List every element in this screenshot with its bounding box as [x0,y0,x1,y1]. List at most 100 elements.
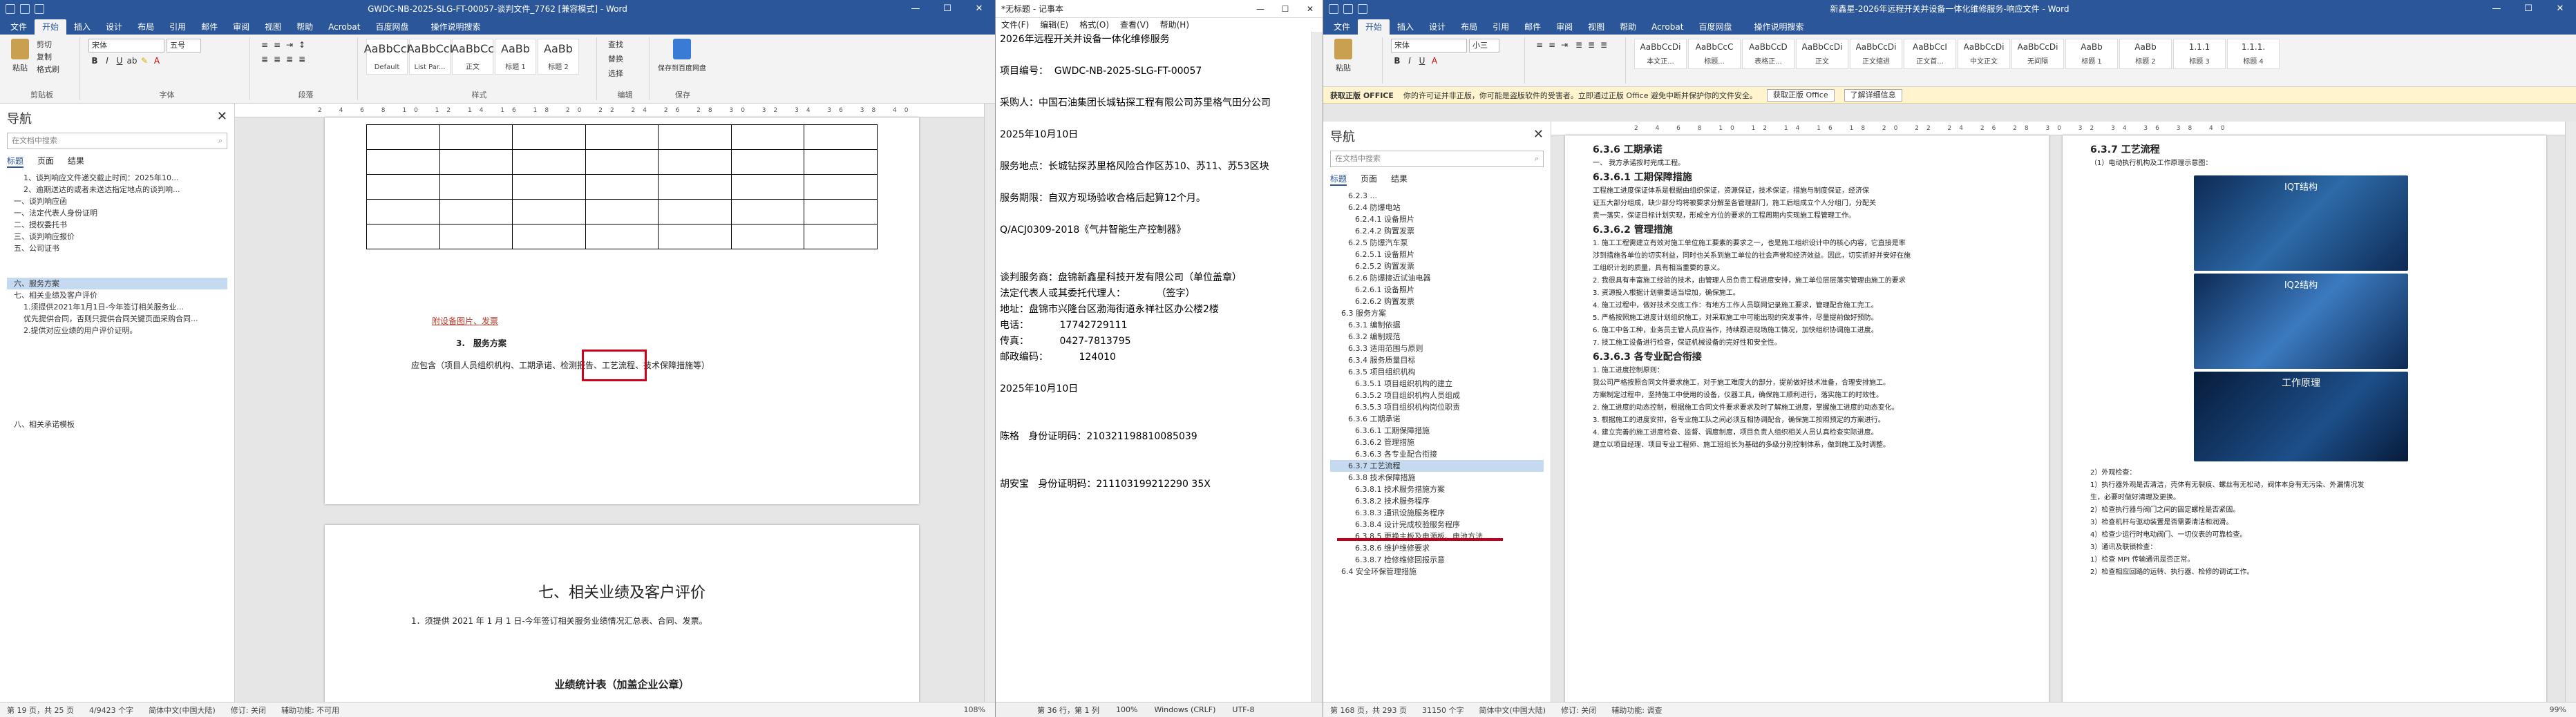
nav-item[interactable]: 6.2.3 ... [1330,190,1544,202]
minimize-icon[interactable]: — [900,0,931,18]
tab-layout[interactable]: 布局 [130,19,162,35]
align-right-icon[interactable]: ≣ [1598,39,1610,51]
nav-item[interactable]: 6.3.8 技术保障措施 [1330,472,1544,484]
nav-tab-headings[interactable]: 标题 [1330,173,1347,186]
tab-references[interactable]: 引用 [1485,19,1517,35]
search-icon[interactable]: ⌕ [218,133,222,149]
nav-item[interactable]: 2.提供对应业绩的用户评价证明。 [7,325,227,336]
search-icon[interactable]: ⌕ [1535,151,1539,166]
notepad-text-area[interactable]: 2026年远程开关并设备一体化维修服务 项目编号： GWDC-NB-2025-SL… [1000,32,1309,700]
nav-item[interactable]: 6.3.1 编制依据 [1330,319,1544,331]
tab-view[interactable]: 视图 [257,19,289,35]
menu-view[interactable]: 查看(V) [1120,18,1149,32]
maximize-icon[interactable]: ☐ [1273,4,1298,14]
align-left-icon[interactable]: ≣ [1573,39,1585,51]
nav-item[interactable]: 6.3.6 工期承诺 [1330,413,1544,425]
nav-item[interactable]: 6.3.8.2 技术服务程序 [1330,495,1544,507]
learn-more-button[interactable]: 了解详细信息 [1844,88,1902,102]
tab-review[interactable]: 审阅 [1549,19,1580,35]
nav-tab-pages[interactable]: 页面 [1361,173,1377,186]
sort-icon[interactable]: ↕ [296,39,308,51]
minimize-icon[interactable]: — [1248,4,1273,14]
maximize-icon[interactable]: ☐ [931,0,963,18]
undo-icon[interactable] [20,4,30,14]
tab-insert[interactable]: 插入 [66,19,98,35]
nav-item[interactable]: 6.3.3 适用范围与原则 [1330,343,1544,354]
align-center-icon[interactable]: ≣ [1585,39,1598,51]
tab-baidu[interactable]: 百度网盘 [368,19,416,35]
nav-item[interactable] [7,254,227,266]
cut-button[interactable]: 剪切 [34,39,62,51]
tab-layout[interactable]: 布局 [1453,19,1485,35]
get-genuine-button[interactable]: 获取正版 Office [1767,88,1835,102]
nav-item[interactable]: 6.3.5 项目组织机构 [1330,366,1544,378]
tab-acrobat[interactable]: Acrobat [1644,19,1691,35]
redo-icon[interactable] [35,4,44,14]
style-gallery-item[interactable]: AaBbCcDi 无间隔 [2011,39,2064,69]
zoom-level[interactable]: 108% [964,705,995,714]
find-button[interactable]: 查找 [605,39,626,51]
nav-item[interactable]: 2、逾期送达的或者未送达指定地点的谈判响... [7,184,227,195]
nav-item[interactable]: 6.2.5.1 设备照片 [1330,249,1544,260]
nav-item[interactable]: 七、相关业绩及客户评价 [7,289,227,301]
nav-item[interactable] [7,348,227,360]
zoom-level[interactable]: 99% [2550,705,2576,714]
underline-button[interactable]: U [113,55,126,67]
nav-tab-pages[interactable]: 页面 [37,155,54,168]
menu-file[interactable]: 文件(F) [1001,18,1029,32]
style-gallery-item[interactable]: AaBbCcC 标题... [1688,39,1741,69]
close-icon[interactable]: ✕ [217,109,227,127]
nav-item[interactable]: 6.2.6.1 设备照片 [1330,284,1544,296]
tab-home[interactable]: 开始 [1358,19,1390,35]
nav-item[interactable]: 优先提供合同，否则只提供合同关键页面采购合同... [7,313,227,325]
minimize-icon[interactable]: — [2481,0,2512,18]
nav-item[interactable]: 6.3.6.2 管理措施 [1330,437,1544,448]
nav-item[interactable]: 6.3.6.1 工期保障措施 [1330,425,1544,437]
bold-button[interactable]: B [1391,55,1403,67]
nav-item[interactable]: 6.3.2 编制规范 [1330,331,1544,343]
maximize-icon[interactable]: ☐ [2512,0,2544,18]
menu-help[interactable]: 帮助(H) [1160,18,1189,32]
nav-tab-headings[interactable]: 标题 [7,155,24,168]
style-gallery-item[interactable]: 1.1.1. 标题 4 [2227,39,2280,69]
style-gallery-item[interactable]: AaBbCcDi 本文正... [1634,39,1687,69]
tab-help[interactable]: 帮助 [289,19,321,35]
align-center-icon[interactable]: ≣ [271,53,283,66]
nav-item[interactable]: 三、谈判响应报价 [7,231,227,242]
nav-item[interactable]: 6.3.5.1 项目组织机构的建立 [1330,378,1544,390]
bold-button[interactable]: B [88,55,101,67]
nav-item[interactable]: 6.2.6.2 购置发票 [1330,296,1544,307]
tab-file[interactable]: 文件 [3,19,35,35]
word-count[interactable]: 4/9423 个字 [89,705,133,716]
bullets-icon[interactable]: ≡ [258,39,271,51]
align-right-icon[interactable]: ≣ [283,53,296,66]
indent-icon[interactable]: ⇥ [283,39,296,51]
menu-edit[interactable]: 编辑(E) [1040,18,1068,32]
numbering-icon[interactable]: ≡ [1546,39,1558,51]
nav-item[interactable] [7,372,227,383]
style-gallery-item[interactable]: AaBb 标题 2 [2119,39,2172,69]
nav-item[interactable]: 1、谈判响应文件递交截止时间：2025年10... [7,172,227,184]
tab-references[interactable]: 引用 [162,19,193,35]
save-icon[interactable] [6,4,15,14]
nav-item[interactable]: 五、公司证书 [7,242,227,254]
save-icon[interactable] [1329,4,1338,14]
paste-button[interactable]: 粘贴 [8,39,32,77]
vertical-scrollbar[interactable] [2565,122,2576,702]
tab-acrobat[interactable]: Acrobat [321,19,368,35]
italic-button[interactable]: I [101,55,113,67]
nav-item[interactable]: 6.2.6 防爆接近试油电器 [1330,272,1544,284]
accessibility-status[interactable]: 辅助功能: 不可用 [281,705,339,716]
nav-item[interactable]: 6.3.5.3 项目组织机构岗位职责 [1330,401,1544,413]
tab-file[interactable]: 文件 [1326,19,1358,35]
underline-button[interactable]: U [1416,55,1428,67]
font-name-box[interactable]: 宋体 [88,39,164,52]
italic-button[interactable]: I [1403,55,1416,67]
revision-status[interactable]: 修订: 关闭 [231,705,266,716]
nav-item[interactable]: 6.3.8.6 维护维修要求 [1330,542,1544,554]
page-count[interactable]: 第 168 页，共 293 页 [1330,705,1407,716]
close-icon[interactable]: ✕ [2544,0,2576,18]
nav-item[interactable]: 八、相关承诺模板 [7,419,227,430]
nav-item[interactable] [7,395,227,407]
select-button[interactable]: 选择 [605,68,626,80]
